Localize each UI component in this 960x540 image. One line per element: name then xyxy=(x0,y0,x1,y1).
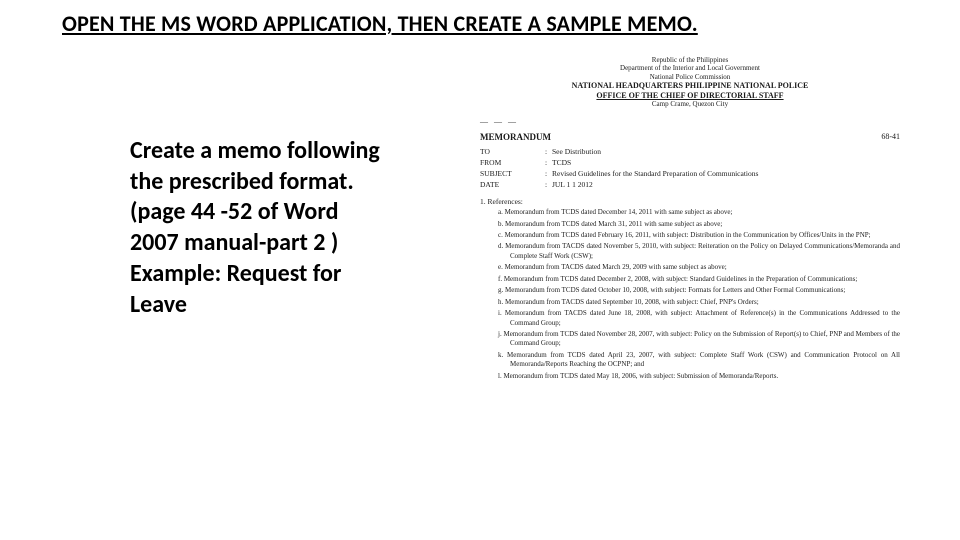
memo-field-subject: SUBJECT : Revised Guidelines for the Sta… xyxy=(480,169,900,178)
memo-number: 68-41 xyxy=(881,132,900,143)
reference-item: d. Memorandum from TACDS dated November … xyxy=(498,242,900,261)
field-value: TCDS xyxy=(552,158,900,167)
reference-item: c. Memorandum from TCDS dated February 1… xyxy=(498,231,900,240)
dash-marks: — — — xyxy=(480,117,518,127)
field-colon: : xyxy=(540,158,552,167)
reference-item: k. Memorandum from TCDS dated April 23, … xyxy=(498,351,900,370)
memo-fields: TO : See Distribution FROM : TCDS SUBJEC… xyxy=(480,147,900,189)
instruction-text: Create a memo following the prescribed f… xyxy=(130,136,380,320)
memo-letterhead: Republic of the Philippines Department o… xyxy=(480,56,900,109)
reference-item: g. Memorandum from TCDS dated October 10… xyxy=(498,286,900,295)
reference-item: l. Memorandum from TCDS dated May 18, 20… xyxy=(498,372,900,381)
memo-references: 1. References: a. Memorandum from TCDS d… xyxy=(480,197,900,381)
memo-dash-row: — — — xyxy=(480,117,900,127)
slide: OPEN THE MS WORD APPLICATION, THEN CREAT… xyxy=(0,0,960,540)
letterhead-line: Republic of the Philippines xyxy=(480,56,900,64)
memo-field-from: FROM : TCDS xyxy=(480,158,900,167)
letterhead-line: Camp Crame, Quezon City xyxy=(480,100,900,108)
reference-item: j. Memorandum from TCDS dated November 2… xyxy=(498,330,900,349)
letterhead-line-bold: NATIONAL HEADQUARTERS PHILIPPINE NATIONA… xyxy=(480,81,900,91)
reference-item: b. Memorandum from TCDS dated March 31, … xyxy=(498,220,900,229)
memo-title-row: MEMORANDUM 68-41 xyxy=(480,132,900,143)
field-label: SUBJECT xyxy=(480,169,540,178)
reference-item: a. Memorandum from TCDS dated December 1… xyxy=(498,208,900,217)
field-label: TO xyxy=(480,147,540,156)
field-colon: : xyxy=(540,169,552,178)
memo-field-date: DATE : JUL 1 1 2012 xyxy=(480,180,900,189)
letterhead-line: Department of the Interior and Local Gov… xyxy=(480,64,900,72)
field-label: DATE xyxy=(480,180,540,189)
field-colon: : xyxy=(540,180,552,189)
references-title: 1. References: xyxy=(480,197,900,206)
memo-field-to: TO : See Distribution xyxy=(480,147,900,156)
field-value: Revised Guidelines for the Standard Prep… xyxy=(552,169,900,178)
reference-item: e. Memorandum from TACDS dated March 29,… xyxy=(498,263,900,272)
field-value: JUL 1 1 2012 xyxy=(552,180,900,189)
field-label: FROM xyxy=(480,158,540,167)
memo-title: MEMORANDUM xyxy=(480,132,551,143)
reference-item: i. Memorandum from TACDS dated June 18, … xyxy=(498,309,900,328)
reference-item: f. Memorandum from TCDS dated December 2… xyxy=(498,275,900,284)
field-value: See Distribution xyxy=(552,147,900,156)
memo-sample-document: Republic of the Philippines Department o… xyxy=(480,56,900,516)
reference-item: h. Memorandum from TACDS dated September… xyxy=(498,298,900,307)
slide-heading: OPEN THE MS WORD APPLICATION, THEN CREAT… xyxy=(62,10,698,37)
field-colon: : xyxy=(540,147,552,156)
letterhead-line: National Police Commission xyxy=(480,73,900,81)
references-list: a. Memorandum from TCDS dated December 1… xyxy=(480,208,900,381)
letterhead-line-bold-underline: OFFICE OF THE CHIEF OF DIRECTORIAL STAFF xyxy=(480,91,900,101)
